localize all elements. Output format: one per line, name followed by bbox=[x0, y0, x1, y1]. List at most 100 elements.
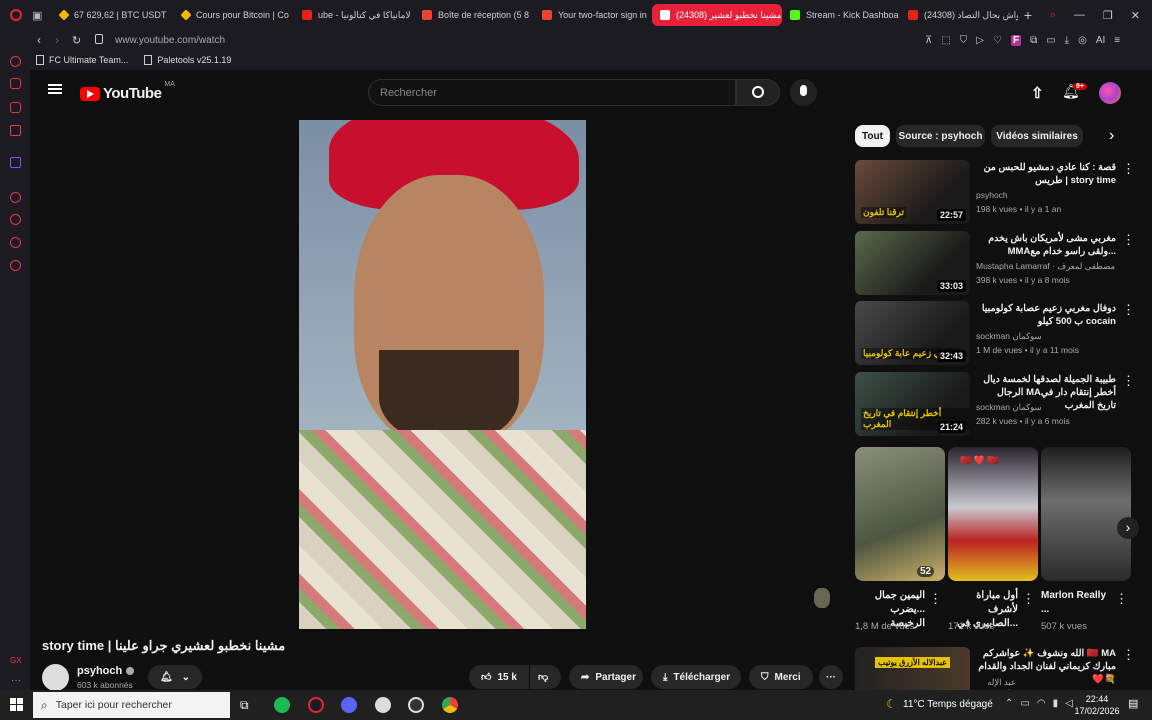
notification-center-icon[interactable]: ▤ bbox=[1128, 697, 1138, 710]
network-icon[interactable]: ▭ bbox=[1020, 698, 1029, 709]
chip-all[interactable]: Tout bbox=[855, 125, 890, 147]
aria-icon[interactable] bbox=[10, 56, 21, 67]
video-title[interactable]: دوفال مغربي زعيم عصابة كولومبيا ب 500 كي… bbox=[976, 302, 1116, 328]
extensions-icon[interactable] bbox=[10, 237, 21, 248]
extensions-icon[interactable]: ⧉ bbox=[1030, 35, 1037, 46]
avatar[interactable] bbox=[1099, 82, 1121, 104]
tab-gmail-inbox[interactable]: Boîte de réception (5 8 bbox=[414, 0, 534, 30]
more-icon[interactable]: ··· bbox=[11, 675, 21, 686]
wallet-icon[interactable]: ▭ bbox=[1046, 35, 1055, 46]
task-view-icon[interactable]: ⧉ bbox=[240, 698, 249, 713]
gx-icon[interactable]: GX bbox=[10, 656, 22, 665]
discord-icon[interactable] bbox=[341, 697, 357, 713]
video-title[interactable]: قصة : كنا عادي دمشيو للحبس من طريس | sto… bbox=[976, 161, 1116, 187]
history-icon[interactable] bbox=[10, 214, 21, 225]
short-title[interactable]: Marlon Really ... bbox=[1041, 589, 1111, 617]
video-thumbnail[interactable]: مغربي زعيم عابة كولومبيا 32:43 bbox=[855, 301, 970, 365]
channel-name[interactable]: psyhoch bbox=[77, 665, 135, 677]
kebab-menu-icon[interactable]: ⋮ bbox=[1122, 374, 1135, 387]
more-actions-button[interactable]: ··· bbox=[819, 665, 843, 689]
microphone-icon[interactable]: ▮ bbox=[1053, 698, 1059, 709]
maximize-icon[interactable]: ❐ bbox=[1103, 9, 1113, 22]
channel-avatar[interactable] bbox=[42, 664, 69, 691]
forward-icon[interactable]: › bbox=[55, 33, 59, 47]
snapshot-icon[interactable]: ◎ bbox=[1078, 35, 1087, 46]
subscribed-button[interactable]: 🔔︎ ⌄ bbox=[148, 665, 202, 689]
channel-name[interactable]: sockman سوكمان bbox=[976, 330, 1126, 342]
tab-btc-usdt[interactable]: 67 629,62 | BTC USDT bbox=[52, 0, 174, 30]
search-tabs-icon[interactable]: ⌕ bbox=[1050, 9, 1056, 22]
video-thumbnail[interactable]: أخطر إنتقام في تاريخ المغرب 21:24 bbox=[855, 372, 970, 436]
channel-name[interactable]: sockman سوكمان bbox=[976, 401, 1126, 413]
video-thumbnail[interactable]: عبدالاله الأزرق يوتيب bbox=[855, 647, 970, 690]
kebab-menu-icon[interactable]: ⋮ bbox=[1115, 592, 1128, 605]
whatsapp-icon[interactable] bbox=[10, 102, 21, 113]
share-button[interactable]: ➦ Partager bbox=[569, 665, 643, 689]
kebab-menu-icon[interactable]: ⋮ bbox=[929, 592, 942, 605]
settings-icon[interactable] bbox=[10, 260, 21, 271]
new-tab-button[interactable]: + bbox=[1018, 7, 1038, 23]
dislike-button[interactable]: 👎︎ bbox=[530, 665, 561, 689]
chrome-icon[interactable] bbox=[442, 697, 458, 713]
settings-gear-icon[interactable] bbox=[375, 697, 391, 713]
voice-search-button[interactable] bbox=[790, 79, 817, 106]
opera-logo-icon[interactable] bbox=[0, 0, 32, 30]
chip-source[interactable]: Source : psyhoch bbox=[896, 125, 985, 147]
kebab-menu-icon[interactable]: ⋮ bbox=[1122, 162, 1135, 175]
youtube-logo[interactable]: YouTube MA bbox=[80, 81, 175, 102]
tab-youtube-catalonia[interactable]: ube - لامانياكا في كتالونيا bbox=[294, 0, 414, 30]
messenger-icon[interactable] bbox=[10, 78, 21, 89]
clock-date[interactable]: 17/02/2026 bbox=[1071, 706, 1123, 716]
workspace-icon[interactable]: ▣ bbox=[32, 9, 52, 22]
hamburger-menu-icon[interactable] bbox=[48, 84, 62, 86]
tab-two-factor[interactable]: Your two-factor sign in bbox=[534, 0, 652, 30]
channel-name[interactable]: Mustapha Lamarraf · مصطفى لمعرف bbox=[976, 260, 1126, 272]
wifi-icon[interactable]: ◠ bbox=[1037, 698, 1046, 709]
thanks-button[interactable]: ⛉ Merci bbox=[749, 665, 813, 689]
player-icon[interactable] bbox=[10, 192, 21, 203]
heart-icon[interactable]: ♡ bbox=[993, 35, 1002, 46]
search-input[interactable]: Rechercher bbox=[368, 79, 736, 106]
back-icon[interactable]: ‹ bbox=[37, 33, 41, 47]
like-button[interactable]: 👍︎ 15 k bbox=[469, 665, 529, 689]
video-player[interactable] bbox=[299, 120, 586, 629]
shield-icon[interactable]: ⛉ bbox=[960, 35, 968, 46]
tab-cours-bitcoin[interactable]: Cours pour Bitcoin | Co bbox=[174, 0, 294, 30]
clock-time[interactable]: 22:44 bbox=[1075, 694, 1119, 704]
chevron-up-icon[interactable]: ⌃ bbox=[1005, 698, 1013, 709]
chevron-right-icon[interactable]: › bbox=[1109, 127, 1114, 145]
windows-start-icon[interactable] bbox=[10, 698, 23, 711]
short-thumbnail[interactable]: 52 bbox=[855, 447, 945, 581]
extension-f-icon[interactable]: F bbox=[1010, 34, 1022, 46]
shorts-next-icon[interactable]: › bbox=[1117, 517, 1139, 539]
video-thumbnail[interactable]: 33:03 bbox=[855, 231, 970, 295]
kebab-menu-icon[interactable]: ⋮ bbox=[1022, 592, 1035, 605]
steam-icon[interactable] bbox=[408, 697, 424, 713]
video-thumbnail[interactable]: ترقنا تلفون 22:57 bbox=[855, 160, 970, 224]
reload-icon[interactable]: ↻ bbox=[72, 34, 81, 47]
tab-kick-dashboard[interactable]: Stream - Kick Dashboa bbox=[782, 0, 900, 30]
menu-icon[interactable]: ≡ bbox=[1114, 35, 1120, 46]
twitch-icon[interactable] bbox=[10, 157, 21, 168]
opera-gx-icon[interactable] bbox=[308, 697, 324, 713]
bookmark-paletools[interactable]: Paletools v25.1.19 bbox=[144, 55, 231, 65]
tab-youtube-other[interactable]: (24308) واش بحال التصاد bbox=[900, 0, 1018, 30]
close-icon[interactable]: ✕ bbox=[1131, 9, 1140, 22]
minimize-icon[interactable]: — bbox=[1074, 9, 1085, 22]
short-thumbnail[interactable]: 🇲🇦 ❤️ 🇲🇦 bbox=[948, 447, 1038, 581]
taskbar-search-input[interactable]: ⌕ Taper ici pour rechercher bbox=[33, 692, 230, 718]
search-button[interactable] bbox=[736, 79, 780, 106]
download-button[interactable]: ⤓ Télécharger bbox=[651, 665, 741, 689]
spotify-icon[interactable] bbox=[274, 697, 290, 713]
chip-similar[interactable]: Vidéos similaires bbox=[991, 125, 1083, 147]
short-thumbnail[interactable] bbox=[1041, 447, 1131, 581]
play-icon[interactable]: ▷ bbox=[976, 35, 984, 46]
kebab-menu-icon[interactable]: ⋮ bbox=[1122, 648, 1135, 661]
bookmark-fc-ultimate[interactable]: FC Ultimate Team... bbox=[36, 55, 128, 65]
screenshot-icon[interactable]: ⬚ bbox=[941, 35, 950, 46]
video-title[interactable]: مغربي مشى لأمريكان باش يخدم MMAولقى راسو… bbox=[976, 232, 1116, 258]
url-field[interactable]: www.youtube.com/watch bbox=[115, 35, 225, 46]
kebab-menu-icon[interactable]: ⋮ bbox=[1122, 303, 1135, 316]
channel-name[interactable]: psyhoch bbox=[976, 189, 1126, 201]
tab-current-video[interactable]: (24308) مشينا نخطبو لعشير bbox=[652, 4, 782, 26]
